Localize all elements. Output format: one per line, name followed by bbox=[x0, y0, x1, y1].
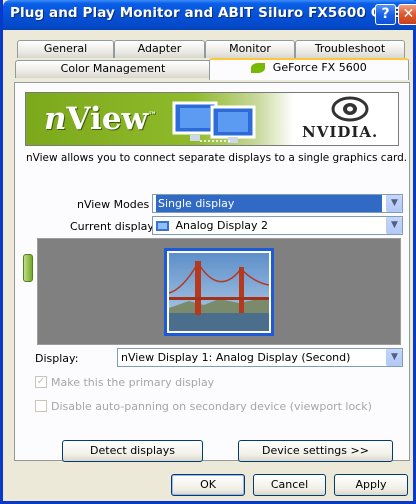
nvidia-eye-icon bbox=[251, 63, 266, 73]
detect-displays-button[interactable]: Detect displays bbox=[62, 440, 203, 462]
device-settings-button[interactable]: Device settings >> bbox=[238, 440, 393, 462]
auto-panning-checkbox-row[interactable]: Disable auto-panning on secondary device… bbox=[35, 400, 372, 413]
tab-adapter[interactable]: Adapter bbox=[114, 40, 205, 58]
chevron-down-icon[interactable]: ▼ bbox=[386, 349, 402, 366]
tab-monitor[interactable]: Monitor bbox=[205, 40, 295, 58]
primary-display-label: Make this the primary display bbox=[51, 376, 215, 389]
nview-modes-label: nView Modes bbox=[77, 198, 150, 211]
nview-description: nView allows you to connect separate dis… bbox=[26, 152, 408, 164]
monitor-icon bbox=[156, 221, 169, 231]
properties-dialog: Plug and Play Monitor and ABIT Siluro FX… bbox=[0, 0, 416, 504]
nview-modes-select[interactable]: Single display ▼ bbox=[152, 194, 403, 213]
title-bar[interactable]: Plug and Play Monitor and ABIT Siluro FX… bbox=[3, 0, 416, 30]
current-display-label: Current display bbox=[70, 220, 154, 233]
auto-panning-label: Disable auto-panning on secondary device… bbox=[51, 400, 372, 413]
cancel-button[interactable]: Cancel bbox=[253, 474, 326, 496]
nview-modes-value: Single display bbox=[156, 195, 382, 212]
tab-color-management[interactable]: Color Management bbox=[15, 60, 211, 78]
dual-monitor-icon bbox=[172, 101, 256, 143]
nvidia-wordmark: NVIDIA. bbox=[302, 123, 379, 141]
display-value: nView Display 1: Analog Display (Second) bbox=[121, 351, 351, 364]
apply-button[interactable]: Apply bbox=[334, 474, 408, 496]
wallpaper-bridge-image bbox=[168, 253, 270, 331]
ok-button[interactable]: OK bbox=[171, 474, 245, 496]
current-display-select[interactable]: Analog Display 2 ▼ bbox=[152, 216, 403, 235]
display-1-thumbnail[interactable] bbox=[164, 248, 274, 336]
nvidia-eye-logo bbox=[331, 96, 369, 122]
auto-panning-checkbox[interactable] bbox=[35, 400, 47, 412]
window-title: Plug and Play Monitor and ABIT Siluro FX… bbox=[10, 5, 416, 21]
display-label: Display: bbox=[35, 352, 79, 365]
display-arrangement-area[interactable] bbox=[37, 238, 401, 345]
primary-display-checkbox[interactable]: ✓ bbox=[35, 376, 47, 388]
chevron-down-icon[interactable]: ▼ bbox=[386, 217, 402, 234]
current-display-value: Analog Display 2 bbox=[175, 219, 269, 232]
tab-geforce-label: GeForce FX 5600 bbox=[272, 61, 367, 74]
tab-troubleshoot[interactable]: Troubleshoot bbox=[295, 40, 405, 58]
nview-banner: nView™ NVIDIA. bbox=[25, 92, 399, 146]
chevron-down-icon[interactable]: ▼ bbox=[386, 195, 402, 212]
nview-logo: nView™ bbox=[44, 101, 157, 137]
display-select[interactable]: nView Display 1: Analog Display (Second)… bbox=[117, 348, 403, 367]
tab-general[interactable]: General bbox=[17, 40, 114, 58]
expand-handle[interactable] bbox=[23, 254, 33, 282]
primary-display-checkbox-row[interactable]: ✓ Make this the primary display bbox=[35, 376, 214, 389]
close-button[interactable]: ✕ bbox=[398, 4, 416, 25]
help-button[interactable]: ? bbox=[375, 4, 396, 25]
tab-geforce[interactable]: GeForce FX 5600 bbox=[209, 58, 409, 80]
